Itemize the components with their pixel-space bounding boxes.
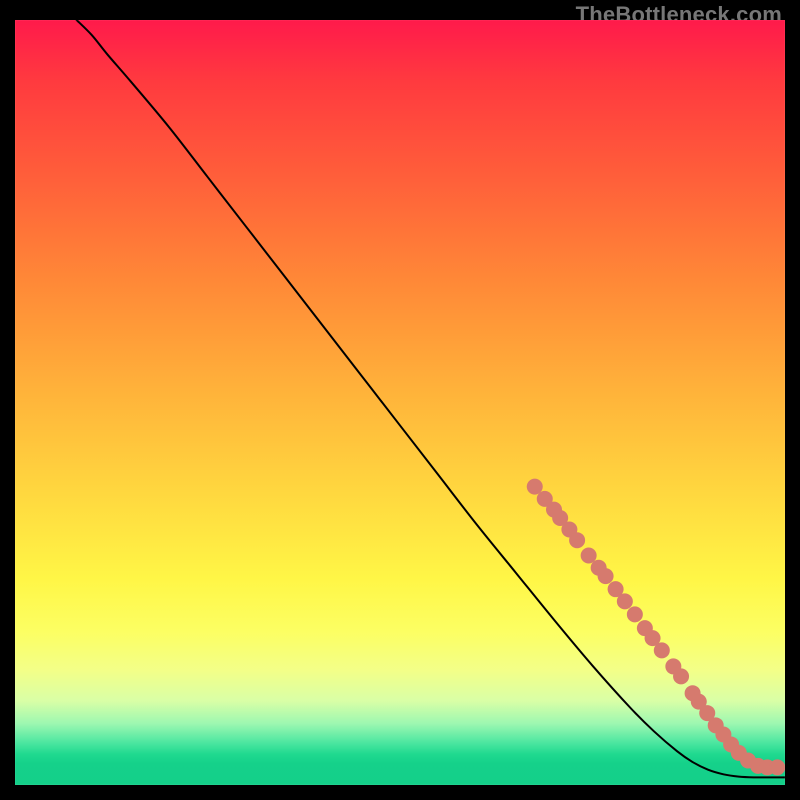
scatter-point [598, 568, 614, 584]
scatter-point [569, 532, 585, 548]
chart-root: TheBottleneck.com [0, 0, 800, 800]
scatter-point [627, 606, 643, 622]
scatter-point [673, 668, 689, 684]
scatter-point [769, 759, 785, 775]
plot-outer [15, 20, 785, 785]
scatter-point [617, 593, 633, 609]
curve-layer [15, 20, 785, 785]
plot-area [15, 20, 785, 785]
scatter-point [654, 642, 670, 658]
scatter-markers [527, 479, 785, 776]
